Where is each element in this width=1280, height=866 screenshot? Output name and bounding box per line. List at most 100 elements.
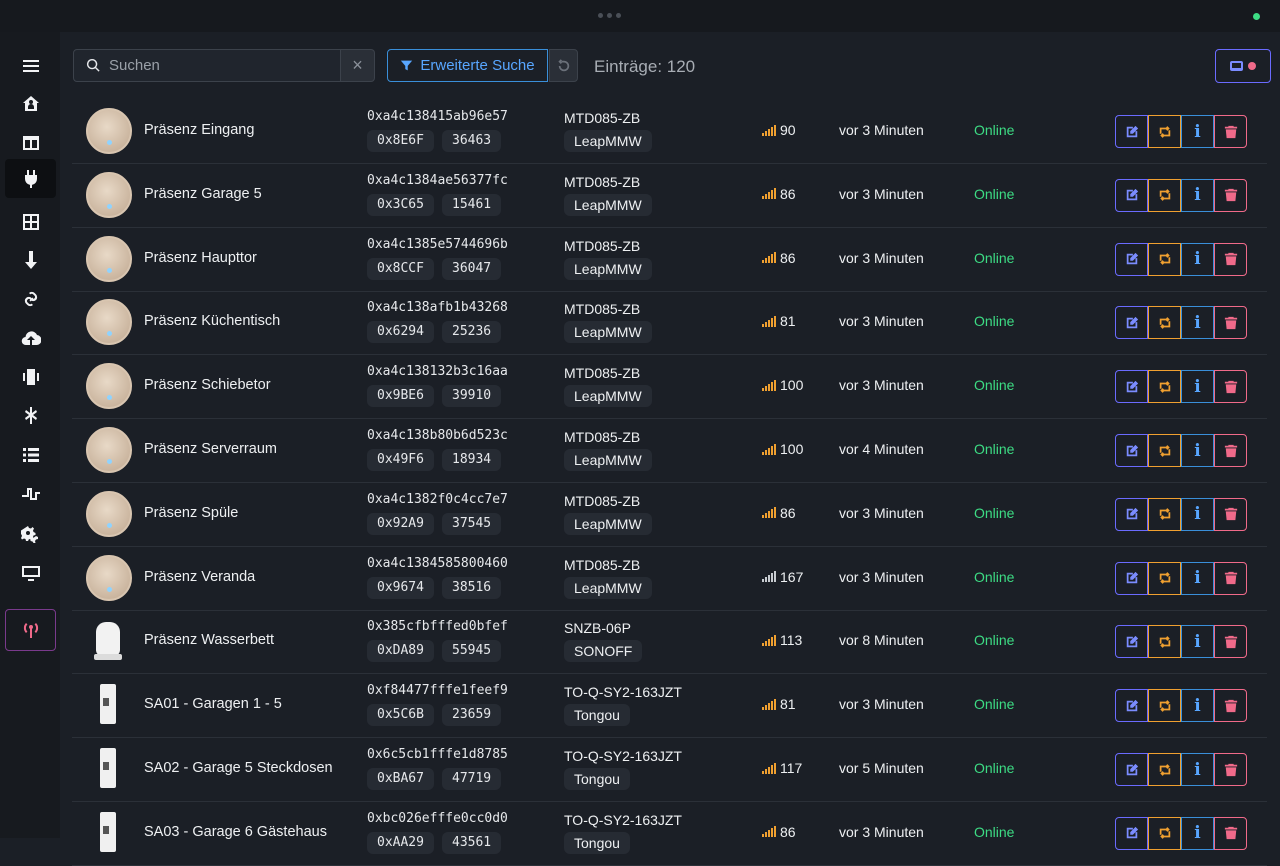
sidebar-item-link[interactable]	[5, 279, 56, 318]
sidebar-item-grid[interactable]	[5, 202, 56, 241]
device-row[interactable]: Präsenz Haupttor 0xa4c1385e5744696b 0x8CCF…	[72, 228, 1267, 292]
device-row[interactable]: SA01 - Garagen 1 - 5 0xf84477fffe1feef9 0x…	[72, 674, 1267, 739]
edit-button[interactable]	[1115, 753, 1148, 786]
reconfigure-button[interactable]	[1148, 689, 1181, 723]
reset-search-button[interactable]	[549, 49, 578, 82]
sidebar-item-menu[interactable]	[5, 46, 56, 85]
info-button[interactable]: i	[1181, 689, 1214, 723]
reconfigure-button[interactable]	[1148, 625, 1181, 659]
edit-button[interactable]	[1115, 434, 1148, 467]
device-model[interactable]: MTD085-ZB	[564, 301, 640, 317]
reconfigure-button[interactable]	[1148, 434, 1181, 467]
edit-button[interactable]	[1115, 561, 1148, 595]
info-button[interactable]: i	[1181, 242, 1214, 276]
device-model[interactable]: TO-Q-SY2-163JZT	[564, 812, 682, 828]
delete-button[interactable]	[1214, 753, 1247, 786]
delete-button[interactable]	[1214, 115, 1247, 148]
sidebar-item-pulse[interactable]	[5, 474, 56, 513]
device-row[interactable]: SA03 - Garage 6 Gästehaus 0xbc026efffe0cc…	[72, 802, 1267, 866]
reconfigure-button[interactable]	[1148, 242, 1181, 276]
info-button[interactable]: i	[1181, 816, 1214, 850]
edit-button[interactable]	[1115, 242, 1148, 276]
delete-button[interactable]	[1214, 561, 1247, 595]
advanced-search-button[interactable]: Erweiterte Suche	[387, 49, 548, 82]
edit-button[interactable]	[1115, 625, 1148, 659]
info-button[interactable]: i	[1181, 306, 1214, 340]
device-name[interactable]: Präsenz Garage 5	[144, 186, 262, 202]
info-button[interactable]: i	[1181, 434, 1214, 467]
device-model[interactable]: MTD085-ZB	[564, 493, 640, 509]
edit-button[interactable]	[1115, 370, 1148, 404]
edit-button[interactable]	[1115, 689, 1148, 723]
device-model[interactable]: MTD085-ZB	[564, 110, 640, 126]
reconfigure-button[interactable]	[1148, 753, 1181, 786]
delete-button[interactable]	[1214, 625, 1247, 659]
device-name[interactable]: Präsenz Schiebetor	[144, 377, 271, 393]
reconfigure-button[interactable]	[1148, 497, 1181, 531]
sidebar-item-plug[interactable]	[5, 159, 56, 198]
delete-button[interactable]	[1214, 178, 1247, 212]
device-row[interactable]: SA02 - Garage 5 Steckdosen 0x6c5cb1fffe1d…	[72, 738, 1267, 802]
device-name[interactable]: Präsenz Eingang	[144, 122, 254, 138]
sidebar-item-list[interactable]	[5, 435, 56, 474]
device-name[interactable]: Präsenz Wasserbett	[144, 632, 274, 648]
sidebar-item-radio-tower[interactable]	[5, 609, 56, 651]
drag-handle-icon[interactable]	[598, 13, 621, 18]
sidebar-item-layout[interactable]	[5, 123, 56, 162]
device-model[interactable]: MTD085-ZB	[564, 365, 640, 381]
reconfigure-button[interactable]	[1148, 115, 1181, 148]
device-name[interactable]: Präsenz Spüle	[144, 505, 238, 521]
device-name[interactable]: SA03 - Garage 6 Gästehaus	[144, 824, 327, 840]
device-row[interactable]: Präsenz Serverraum 0xa4c138b80b6d523c 0x49…	[72, 419, 1267, 483]
device-row[interactable]: Präsenz Veranda 0xa4c1384585800460 0x9674 3…	[72, 547, 1267, 611]
device-row[interactable]: Präsenz Garage 5 0xa4c1384ae56377fc 0x3C65…	[72, 164, 1267, 228]
device-name[interactable]: Präsenz Veranda	[144, 569, 255, 585]
sidebar-item-vibrate[interactable]	[5, 357, 56, 396]
device-model[interactable]: MTD085-ZB	[564, 238, 640, 254]
device-name[interactable]: Präsenz Haupttor	[144, 250, 257, 266]
device-name[interactable]: Präsenz Küchentisch	[144, 313, 280, 329]
reconfigure-button[interactable]	[1148, 306, 1181, 340]
info-button[interactable]: i	[1181, 178, 1214, 212]
info-button[interactable]: i	[1181, 497, 1214, 531]
device-model[interactable]: MTD085-ZB	[564, 174, 640, 190]
edit-button[interactable]	[1115, 178, 1148, 212]
delete-button[interactable]	[1214, 689, 1247, 723]
delete-button[interactable]	[1214, 816, 1247, 850]
device-name[interactable]: Präsenz Serverraum	[144, 441, 277, 457]
edit-button[interactable]	[1115, 497, 1148, 531]
sidebar-item-cloud-upload[interactable]	[5, 318, 56, 357]
reconfigure-button[interactable]	[1148, 561, 1181, 595]
device-model[interactable]: TO-Q-SY2-163JZT	[564, 684, 682, 700]
info-button[interactable]: i	[1181, 561, 1214, 595]
reconfigure-button[interactable]	[1148, 370, 1181, 404]
device-name[interactable]: SA02 - Garage 5 Steckdosen	[144, 760, 333, 776]
delete-button[interactable]	[1214, 497, 1247, 531]
reconfigure-button[interactable]	[1148, 178, 1181, 212]
device-model[interactable]: MTD085-ZB	[564, 429, 640, 445]
edit-button[interactable]	[1115, 115, 1148, 148]
info-button[interactable]: i	[1181, 115, 1214, 148]
device-row[interactable]: Präsenz Eingang 0xa4c138415ab96e57 0x8E6F 3…	[72, 100, 1267, 164]
device-row[interactable]: Präsenz Spüle 0xa4c1382f0c4cc7e7 0x92A9 375…	[72, 483, 1267, 547]
delete-button[interactable]	[1214, 370, 1247, 404]
device-row[interactable]: Präsenz Küchentisch 0xa4c138afb1b43268 0x6…	[72, 291, 1267, 356]
device-view-toggle-button[interactable]	[1215, 49, 1271, 83]
info-button[interactable]: i	[1181, 625, 1214, 659]
sidebar-item-network[interactable]	[5, 396, 56, 435]
device-model[interactable]: SNZB-06P	[564, 620, 631, 636]
sidebar-item-monitor[interactable]	[5, 553, 56, 592]
device-model[interactable]: TO-Q-SY2-163JZT	[564, 748, 682, 764]
sidebar-item-cogs[interactable]	[5, 514, 56, 553]
info-button[interactable]: i	[1181, 370, 1214, 404]
info-button[interactable]: i	[1181, 753, 1214, 786]
edit-button[interactable]	[1115, 306, 1148, 340]
device-name[interactable]: SA01 - Garagen 1 - 5	[144, 696, 282, 712]
sidebar-item-home[interactable]	[5, 84, 56, 123]
device-row[interactable]: Präsenz Schiebetor 0xa4c138132b3c16aa 0x9B…	[72, 355, 1267, 420]
delete-button[interactable]	[1214, 434, 1247, 467]
device-row[interactable]: Präsenz Wasserbett 0x385cfbfffed0bfef 0xDA…	[72, 610, 1267, 675]
edit-button[interactable]	[1115, 816, 1148, 850]
device-model[interactable]: MTD085-ZB	[564, 557, 640, 573]
search-input[interactable]	[109, 57, 329, 74]
